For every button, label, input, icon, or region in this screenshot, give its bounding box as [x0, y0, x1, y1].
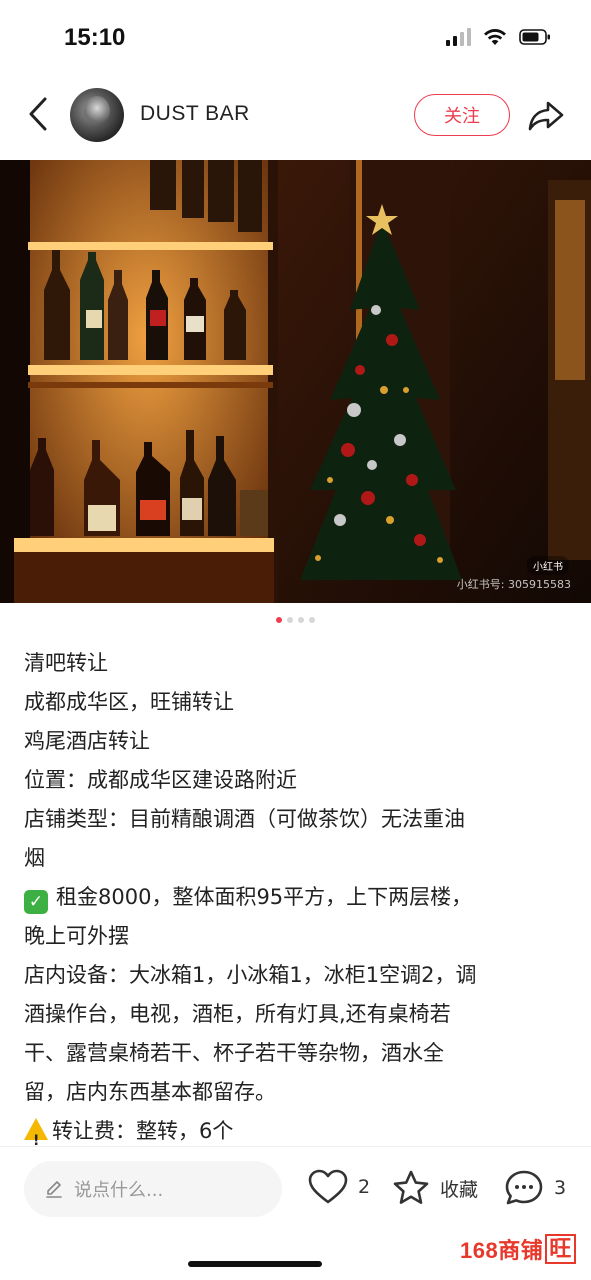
- status-bar: 15:10: [0, 0, 591, 80]
- post-line: 店内设备：大冰箱1，小冰箱1，冰柜1空调2，调: [24, 963, 477, 987]
- brand-text: 168商铺: [460, 1238, 544, 1263]
- post-line: 留，店内东西基本都留存。: [24, 1080, 276, 1104]
- post-header: DUST BAR 关注: [0, 80, 591, 158]
- watermark-badge: 小红书: [527, 556, 569, 575]
- battery-icon: [519, 29, 550, 45]
- pencil-icon: [46, 1181, 62, 1198]
- status-icons: [446, 28, 551, 46]
- post-line: 鸡尾酒店转让: [24, 729, 150, 753]
- post-line-text: 租金8000，整体面积95平方，上下两层楼，: [56, 885, 473, 909]
- cellular-signal-icon: [446, 28, 471, 46]
- follow-button[interactable]: 关注: [414, 94, 510, 136]
- post-image[interactable]: 小红书 小红书号: 305915583: [0, 160, 591, 603]
- post-line: 晚上可外摆: [24, 924, 129, 948]
- post-line-text: 转让费：整转，6个: [52, 1119, 234, 1143]
- warning-icon: [24, 1118, 48, 1161]
- comment-button[interactable]: 3: [504, 1169, 566, 1207]
- bottom-action-bar: 说点什么... 2 收藏 3 168商铺 旺: [0, 1146, 591, 1280]
- share-icon: [528, 101, 564, 131]
- star-icon: [393, 1170, 429, 1204]
- brand-watermark-logo: 168商铺 旺: [460, 1233, 576, 1265]
- status-time: 15:10: [64, 24, 126, 51]
- brand-boxed-char: 旺: [545, 1234, 576, 1264]
- collect-label: 收藏: [440, 1178, 479, 1201]
- back-button[interactable]: [20, 94, 56, 134]
- carousel-dot-3: [298, 617, 304, 623]
- post-content: 清吧转让 成都成华区，旺铺转让 鸡尾酒店转让 位置：成都成华区建设路附近 店铺类…: [24, 644, 569, 1161]
- post-line: 清吧转让: [24, 651, 108, 675]
- post-line: 烟: [24, 846, 45, 870]
- post-line-rent: ✓ 租金8000，整体面积95平方，上下两层楼，: [24, 878, 569, 917]
- like-count: 2: [358, 1176, 371, 1198]
- carousel-dot-2: [287, 617, 293, 623]
- post-line: 酒操作台，电视，酒柜，所有灯具,还有桌椅若: [24, 1002, 451, 1026]
- checkmark-icon: ✓: [24, 890, 48, 914]
- post-line: 干、露营桌椅若干、杯子若干等杂物，酒水全: [24, 1041, 444, 1065]
- author-name[interactable]: DUST BAR: [140, 102, 250, 126]
- heart-icon: [308, 1169, 348, 1204]
- share-button[interactable]: [526, 96, 566, 136]
- like-button[interactable]: 2: [308, 1169, 370, 1205]
- carousel-indicator: [0, 617, 591, 623]
- wifi-icon: [484, 29, 506, 45]
- post-line: 店铺类型：目前精酿调酒（可做茶饮）无法重油: [24, 807, 465, 831]
- post-line: 位置：成都成华区建设路附近: [24, 768, 297, 792]
- collect-button[interactable]: 收藏: [392, 1169, 478, 1207]
- carousel-dot-4: [309, 617, 315, 623]
- comment-bubble-icon: [505, 1170, 543, 1205]
- comment-count: 3: [554, 1177, 567, 1199]
- comment-placeholder: 说点什么...: [74, 1180, 164, 1201]
- carousel-dot-1: [276, 617, 282, 623]
- home-indicator[interactable]: [188, 1261, 322, 1267]
- avatar[interactable]: [70, 88, 124, 142]
- watermark-id: 小红书号: 305915583: [456, 578, 571, 591]
- post-line: 成都成华区，旺铺转让: [24, 690, 234, 714]
- bar-photo-illustration: [0, 160, 591, 603]
- chevron-left-icon: [29, 97, 47, 131]
- comment-input[interactable]: 说点什么...: [24, 1161, 282, 1217]
